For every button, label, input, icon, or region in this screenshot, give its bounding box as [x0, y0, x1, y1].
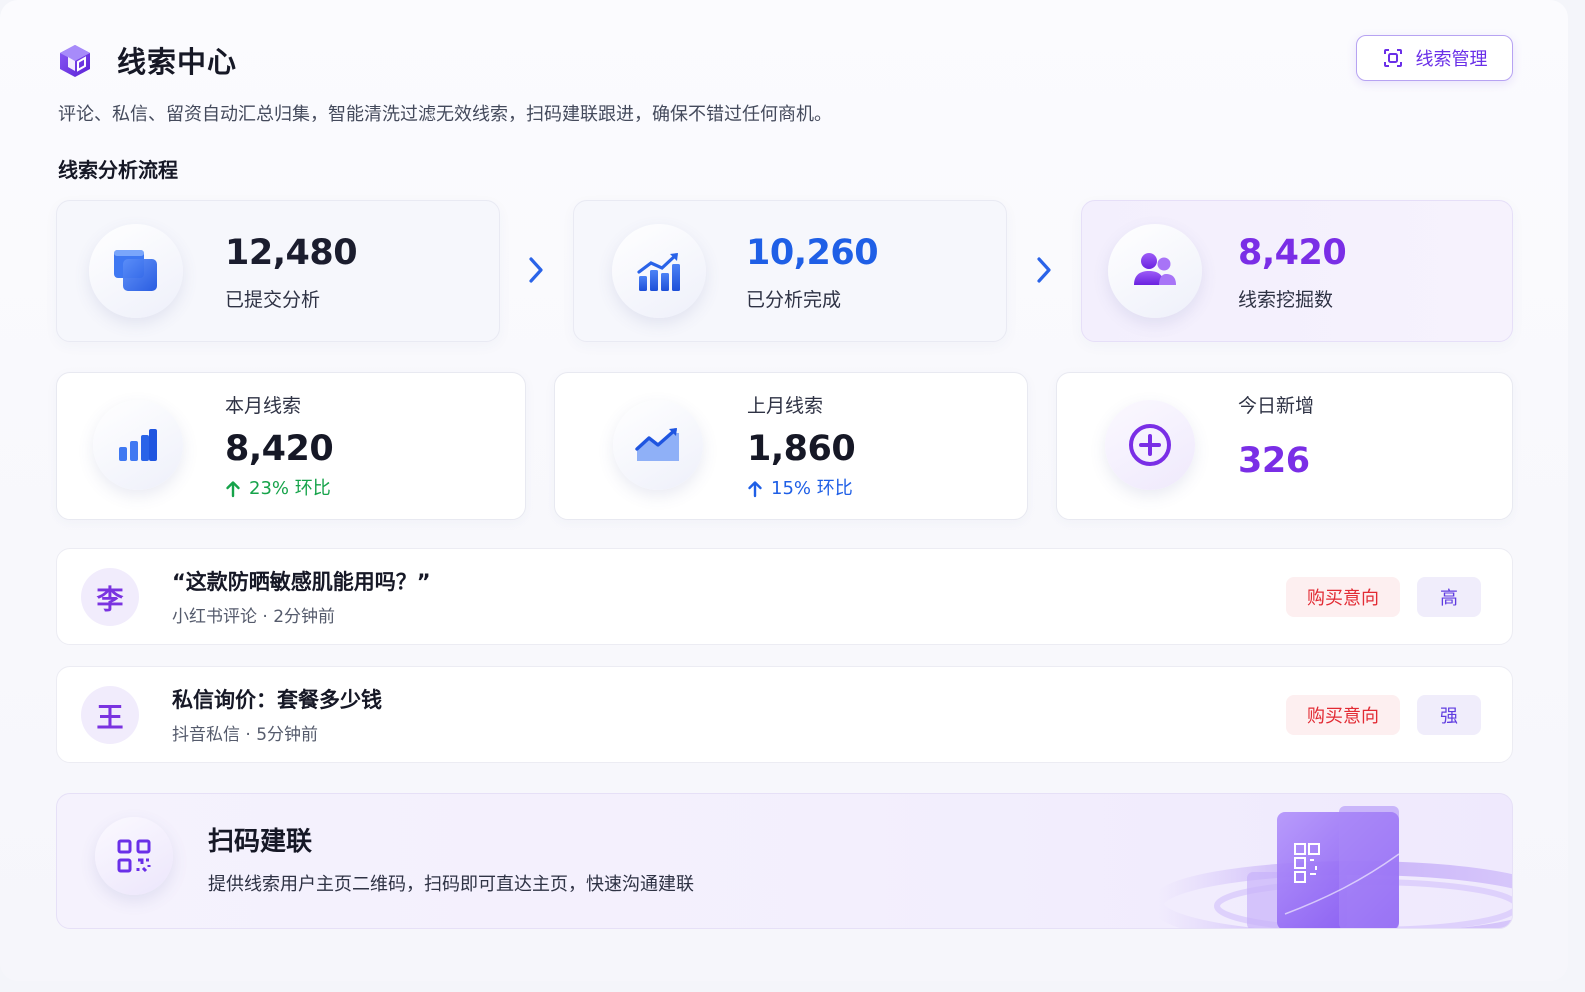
lead-management-button[interactable]: 线索管理 — [1356, 35, 1513, 81]
stat-trend-last-month: 15% 环比 — [747, 477, 853, 501]
flow-label-mined: 线索挖掘数 — [1238, 289, 1334, 311]
lead-row[interactable]: 李 “这款防晒敏感肌能用吗？” 小红书评论 · 2分钟前 购买意向 高 — [56, 548, 1513, 645]
growth-chart-icon — [637, 253, 680, 291]
qr-icon-circle — [95, 817, 173, 895]
arrow-up-icon — [226, 481, 240, 498]
stat-trend-text: 15% 环比 — [771, 478, 853, 499]
flow-icon-circle — [1108, 224, 1202, 318]
flow-label-analyzed: 已分析完成 — [746, 289, 842, 311]
stat-trend-this-month: 23% 环比 — [225, 477, 331, 501]
flow-value-analyzed: 10,260 — [746, 233, 879, 273]
flow-icon-circle — [89, 224, 183, 318]
qr-code-icon — [117, 839, 151, 873]
intent-level-tag: 强 — [1417, 695, 1481, 735]
users-icon — [1134, 253, 1176, 285]
plus-circle-icon — [1129, 424, 1171, 466]
flow-value-mined: 8,420 — [1238, 233, 1347, 273]
stat-value-today: 326 — [1238, 441, 1310, 481]
lead-meta: 小红书评论 · 2分钟前 — [172, 607, 336, 627]
qr-illustration — [1150, 806, 1512, 928]
page-title: 线索中心 — [117, 45, 238, 79]
lead-center-page: 线索中心 线索管理 评论、私信、留资自动汇总归集，智能清洗过滤无效线索，扫码建联… — [0, 0, 1568, 981]
stat-icon-circle — [1105, 400, 1195, 490]
avatar: 王 — [81, 686, 139, 744]
chevron-right-icon — [1037, 257, 1051, 283]
chevron-right-icon — [529, 257, 543, 283]
flow-label-submitted: 已提交分析 — [225, 289, 321, 311]
stat-value-this-month: 8,420 — [225, 429, 334, 469]
intent-tag: 购买意向 — [1286, 577, 1400, 617]
flow-card-analyzed: 10,260 已分析完成 — [573, 200, 1007, 342]
stat-trend-text: 23% 环比 — [249, 478, 331, 499]
flow-card-submitted: 12,480 已提交分析 — [56, 200, 500, 342]
intent-tag: 购买意向 — [1286, 695, 1400, 735]
stat-value-last-month: 1,860 — [747, 429, 856, 469]
flow-section-title: 线索分析流程 — [58, 158, 178, 182]
stat-icon-circle — [93, 400, 183, 490]
lead-message: 私信询价：套餐多少钱 — [172, 688, 382, 712]
lead-meta: 抖音私信 · 5分钟前 — [172, 725, 319, 745]
bar-chart-icon — [119, 429, 157, 461]
intent-level-tag: 高 — [1417, 577, 1481, 617]
flow-icon-circle — [612, 224, 706, 318]
stat-card-this-month: 本月线索 8,420 23% 环比 — [56, 372, 526, 520]
banner-title: 扫码建联 — [208, 827, 313, 857]
flow-card-mined: 8,420 线索挖掘数 — [1081, 200, 1513, 342]
arrow-up-icon — [748, 481, 762, 498]
stat-label-this-month: 本月线索 — [225, 395, 302, 417]
banner-description: 提供线索用户主页二维码，扫码即可直达主页，快速沟通建联 — [208, 874, 694, 895]
lead-row[interactable]: 王 私信询价：套餐多少钱 抖音私信 · 5分钟前 购买意向 强 — [56, 666, 1513, 763]
stat-icon-circle — [613, 400, 703, 490]
page-subtitle: 评论、私信、留资自动汇总归集，智能清洗过滤无效线索，扫码建联跟进，确保不错过任何… — [58, 104, 832, 125]
layers-icon — [114, 250, 157, 291]
cube-logo-icon — [60, 45, 90, 77]
scan-frame-icon — [1383, 49, 1402, 67]
flow-value-submitted: 12,480 — [225, 233, 358, 273]
stat-label-today: 今日新增 — [1238, 395, 1315, 417]
stat-label-last-month: 上月线索 — [747, 395, 824, 417]
stat-card-today: 今日新增 326 — [1056, 372, 1513, 520]
stat-card-last-month: 上月线索 1,860 15% 环比 — [554, 372, 1028, 520]
lead-management-label: 线索管理 — [1415, 49, 1488, 70]
scan-connect-banner[interactable]: 扫码建联 提供线索用户主页二维码，扫码即可直达主页，快速沟通建联 — [56, 793, 1513, 929]
line-chart-icon — [635, 428, 679, 461]
lead-message: “这款防晒敏感肌能用吗？” — [172, 570, 431, 594]
avatar: 李 — [81, 568, 139, 626]
